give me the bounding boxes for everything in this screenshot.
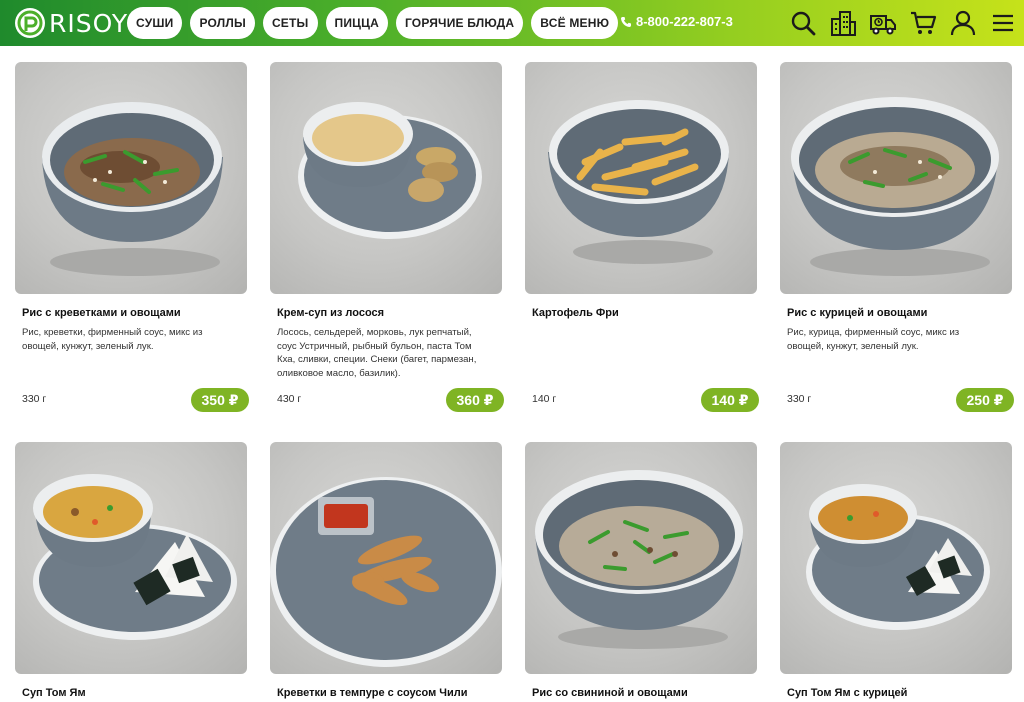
french-fries-image	[548, 100, 729, 264]
tempura-shrimp-image	[270, 477, 502, 667]
product-weight: 140 г	[532, 393, 557, 405]
product-description: Лосось, сельдерей, морковь, лук репчатый…	[277, 327, 477, 379]
product-name[interactable]: Рис со свининой и овощами	[525, 687, 757, 699]
product-weight: 330 г	[22, 393, 47, 405]
price-button[interactable]: 360 ₽	[446, 388, 504, 412]
menu-button[interactable]	[988, 8, 1018, 38]
product-photo[interactable]	[15, 442, 247, 674]
product-name[interactable]: Рис с курицей и овощами	[780, 307, 1012, 319]
price-button[interactable]: 350 ₽	[191, 388, 249, 412]
price-button[interactable]: 250 ₽	[956, 388, 1014, 412]
user-icon	[950, 10, 976, 36]
cart-button[interactable]	[908, 8, 938, 38]
nav-rolls[interactable]: РОЛЛЫ	[190, 7, 255, 39]
logo[interactable]: RISOY	[14, 7, 128, 39]
product-name[interactable]: Картофель Фри	[525, 307, 757, 319]
product-card[interactable]: Креветки в темпуре с соусом Чили	[270, 442, 502, 699]
buildings-icon	[831, 11, 856, 36]
product-weight: 430 г	[277, 393, 302, 405]
product-name[interactable]: Креветки в темпуре с соусом Чили	[270, 687, 502, 699]
phone-link[interactable]: 8-800-222-807-3	[620, 14, 733, 29]
logo-text: RISOY	[49, 8, 129, 38]
price-button[interactable]: 140 ₽	[701, 388, 759, 412]
logo-mark-icon	[15, 8, 45, 38]
cart-icon	[911, 11, 937, 34]
product-card[interactable]: Картофель Фри 140 г 140 ₽	[525, 62, 759, 412]
product-photo[interactable]	[525, 62, 757, 294]
product-photo[interactable]	[780, 442, 1012, 674]
main-nav: СУШИ РОЛЛЫ СЕТЫ ПИЦЦА ГОРЯЧИЕ БЛЮДА ВСЁ …	[127, 7, 619, 39]
header-actions	[788, 8, 1024, 38]
product-description: Рис, курица, фирменный соус, микс из ово…	[787, 327, 960, 352]
product-photo[interactable]	[15, 62, 247, 294]
account-button[interactable]	[948, 8, 978, 38]
product-card[interactable]: Суп Том Ям с курицей	[780, 442, 1012, 699]
site-header: RISOY СУШИ РОЛЛЫ СЕТЫ ПИЦЦА ГОРЯЧИЕ БЛЮД…	[0, 0, 1024, 46]
nav-sushi[interactable]: СУШИ	[127, 7, 183, 39]
rice-bowl-image	[42, 102, 223, 276]
product-card[interactable]: Рис с курицей и овощами Рис, курица, фир…	[780, 62, 1014, 412]
product-name[interactable]: Крем-суп из лосося	[270, 307, 502, 319]
product-footer: 140 г 140 ₽	[525, 388, 759, 412]
cream-soup-image	[298, 102, 482, 239]
delivery-button[interactable]	[868, 8, 898, 38]
search-icon	[791, 11, 816, 36]
product-photo[interactable]	[525, 442, 757, 674]
product-name[interactable]: Суп Том Ям с курицей	[780, 687, 1012, 699]
product-name[interactable]: Рис с креветками и овощами	[15, 307, 247, 319]
phone-number: 8-800-222-807-3	[636, 14, 733, 29]
product-photo[interactable]	[270, 62, 502, 294]
search-button[interactable]	[788, 8, 818, 38]
rice-bowl-image	[791, 97, 999, 276]
nav-hot-dishes[interactable]: ГОРЯЧИЕ БЛЮДА	[395, 7, 524, 39]
product-name[interactable]: Суп Том Ям	[15, 687, 247, 699]
phone-icon	[621, 16, 631, 27]
product-card[interactable]: Рис со свининой и овощами	[525, 442, 757, 699]
product-card[interactable]: Рис с креветками и овощами Рис, креветки…	[15, 62, 249, 412]
nav-sets[interactable]: СЕТЫ	[262, 7, 318, 39]
product-photo[interactable]	[780, 62, 1012, 294]
tom-yum-soup-image	[33, 474, 237, 640]
rice-bowl-image	[535, 470, 743, 649]
product-weight: 330 г	[787, 393, 812, 405]
product-card[interactable]: Суп Том Ям	[15, 442, 247, 699]
menu-icon	[993, 14, 1013, 32]
nav-all-menu[interactable]: ВСЁ МЕНЮ	[531, 7, 619, 39]
product-description: Рис, креветки, фирменный соус, микс из о…	[22, 327, 203, 352]
product-photo[interactable]	[270, 442, 502, 674]
product-card[interactable]: Крем-суп из лосося Лосось, сельдерей, мо…	[270, 62, 504, 412]
restaurants-button[interactable]	[828, 8, 858, 38]
product-footer: 430 г 360 ₽	[270, 388, 504, 412]
nav-pizza[interactable]: ПИЦЦА	[325, 7, 388, 39]
product-footer: 330 г 250 ₽	[780, 388, 1014, 412]
tom-yum-soup-image	[806, 484, 990, 630]
product-footer: 330 г 350 ₽	[15, 388, 249, 412]
delivery-truck-icon	[870, 15, 896, 35]
